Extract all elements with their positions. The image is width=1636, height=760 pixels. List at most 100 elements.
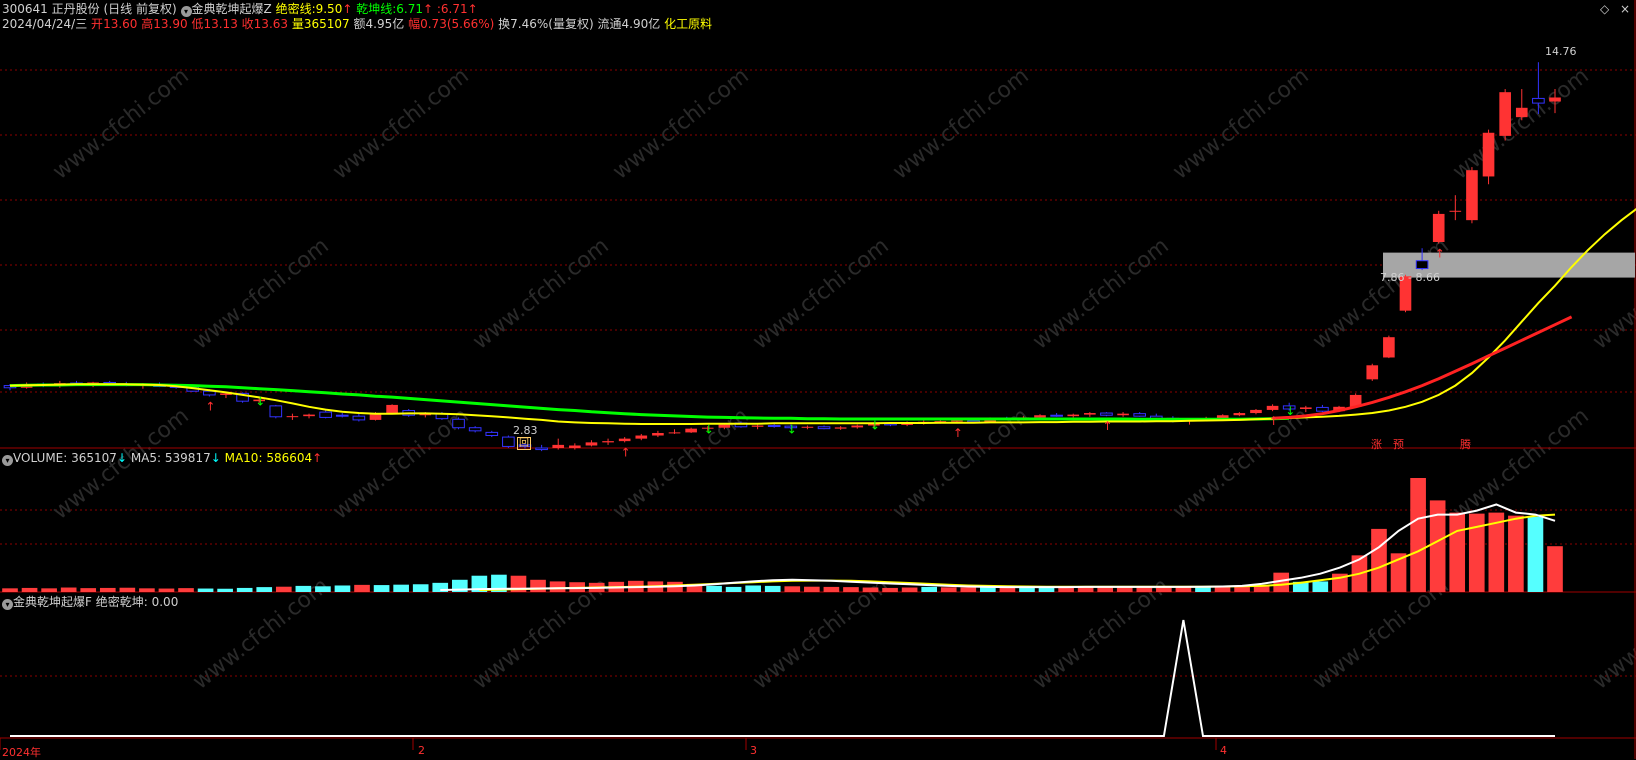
candle-body (502, 436, 515, 447)
indicator-header: ▾ 金典乾坤起爆F 绝密乾坤: 0.00 (2, 595, 178, 610)
quote-date: 2024/04/24/三 (2, 17, 88, 31)
candle-body (319, 411, 332, 418)
up-arrow-icon: ↑ (312, 451, 323, 465)
volume-label: VOLUME: (13, 451, 68, 465)
candle-body (352, 415, 366, 421)
close-icon[interactable]: × (1620, 2, 1630, 16)
volume-bar (2, 588, 18, 592)
settings-toggle-icon[interactable]: ▾ (180, 6, 192, 17)
volume-toggle-icon[interactable]: ▾ (2, 455, 13, 466)
volume-bar (354, 584, 370, 592)
candles (3, 62, 1561, 452)
down-arrow-icon: ↓ (210, 451, 221, 465)
turn-value: 7.46%(量复权) (510, 17, 594, 31)
volume-bar (60, 587, 77, 592)
line1-label: 绝密线: (275, 2, 316, 16)
up-arrow-icon: ↑ (467, 2, 478, 16)
candle-body (1050, 414, 1063, 417)
down-arrow-signal: ↓ (870, 419, 880, 433)
volume-bar (921, 586, 937, 592)
candle-body (1466, 170, 1478, 221)
candle-body (801, 426, 814, 428)
line2-label: 乾坤线: (356, 2, 397, 16)
volume-bar (139, 588, 155, 592)
diamond-icon[interactable]: ◇ (1600, 2, 1609, 16)
stock-code: 300641 (2, 2, 48, 16)
watermark-text: www.cfchi.com (1448, 403, 1593, 524)
candle-body (286, 416, 299, 418)
candle-body (834, 427, 847, 429)
candle-body (303, 414, 315, 417)
volume-bar (1312, 581, 1329, 592)
volume-ma5-line (440, 503, 1556, 591)
signal-yu: 预 (1393, 438, 1404, 451)
amt-label: 额 (353, 17, 366, 31)
watermark-text: www.cfchi.com (188, 233, 333, 354)
volume-bar (862, 587, 879, 592)
vol-ma10-label: MA10: (224, 451, 263, 465)
volume-bar (275, 586, 292, 592)
candle-body (535, 447, 548, 451)
low-label: 低 (191, 17, 204, 31)
candle-body (335, 414, 349, 417)
watermark: www.cfchi.com www.cfchi.com www.cfchi.com w… (48, 63, 1636, 694)
grid-lines (0, 69, 1636, 677)
indicator-name[interactable]: 金典乾坤起爆Z (192, 2, 272, 16)
volume-bar (373, 585, 390, 592)
low-price-mark: 2.83 (513, 424, 538, 437)
line3-value: 6.71 (440, 2, 468, 16)
candle-body (1084, 413, 1096, 415)
candle-body (485, 431, 499, 437)
volume-header: ▾ VOLUME: 365107↓ MA5: 539817↓ MA10: 5866… (2, 451, 322, 466)
vol-ma5-label: MA5: (130, 451, 162, 465)
up-arrow-signal: ↑ (621, 445, 631, 459)
indicator-value: 0.00 (151, 595, 179, 609)
volume-bar (1527, 516, 1544, 592)
candle-body (1515, 107, 1528, 118)
candle-body (1250, 409, 1262, 414)
candle-body (552, 444, 565, 448)
volume-bar (412, 584, 429, 592)
volume-bar (217, 588, 233, 592)
candle-body (751, 425, 764, 427)
volume-bar (315, 586, 331, 592)
volume-bar (334, 585, 351, 592)
chg-label: 幅 (408, 17, 421, 31)
down-arrow-icon: ↓ (116, 451, 127, 465)
high-price-mark: 14.76 (1545, 45, 1577, 58)
high-label: 高 (141, 17, 154, 31)
candle-body (1499, 92, 1511, 136)
candle-body (817, 426, 831, 430)
volume-bar (823, 586, 840, 592)
low-value: 13.13 (203, 17, 238, 31)
candle-body (967, 420, 980, 423)
vol-value: 365107 (303, 17, 350, 31)
x-label-year: 2024年 (2, 746, 41, 759)
volume-bar (549, 581, 566, 592)
candle-body (1449, 210, 1462, 212)
candle-body (618, 438, 631, 442)
float-label: 流通 (597, 17, 622, 31)
line1-value: 9.50 (315, 2, 343, 16)
candle-body (1482, 132, 1495, 177)
candle-body (851, 425, 864, 428)
candle-body (1549, 97, 1561, 102)
indicator-label: 绝密乾坤: (95, 595, 148, 609)
candle-body (951, 420, 963, 422)
candle-body (1233, 413, 1246, 416)
price-chart: www.cfchi.com www.cfchi.com www.cfchi.com w… (0, 0, 1636, 759)
float-value: 4.90亿 (621, 17, 661, 31)
sector-link[interactable]: 化工原料 (664, 17, 712, 31)
candle-body (1117, 413, 1129, 416)
volume-ma-lines (440, 503, 1556, 591)
candle-body (1133, 413, 1146, 417)
volume-bar (725, 586, 742, 592)
candle-body (1067, 414, 1080, 417)
indicator-toggle-icon[interactable]: ▾ (2, 599, 13, 610)
watermark-text: www.cfchi.com (328, 63, 473, 184)
volume-bar (41, 588, 57, 592)
volume-bars (2, 478, 1563, 592)
up-arrow-signal: ↑ (205, 400, 215, 414)
down-arrow-signal: ↓ (1285, 404, 1295, 418)
candle-body (1100, 412, 1113, 416)
